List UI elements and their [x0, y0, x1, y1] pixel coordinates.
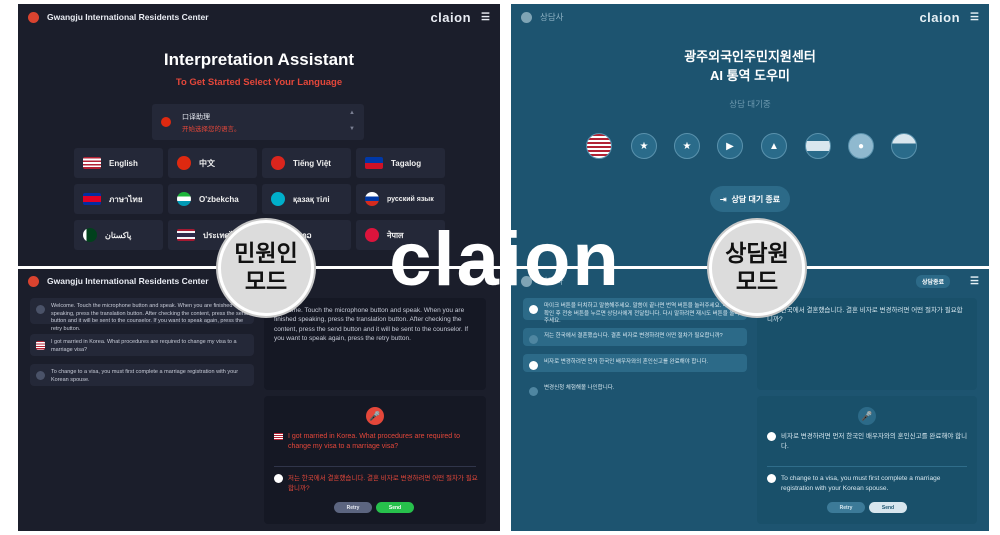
microphone-icon[interactable]: 🎤 — [366, 407, 384, 425]
header-title: 상담사 — [540, 12, 564, 22]
language-button-khmer[interactable]: ภาษาไทย — [74, 184, 163, 214]
waiting-status: 상담 대기중 — [729, 99, 771, 109]
ph-flag-icon — [365, 157, 383, 169]
language-button-english[interactable]: English — [74, 148, 163, 178]
chat-message: 변경신청 체험해볼 나인합니다. — [523, 380, 747, 398]
language-button-tagalog[interactable]: Tagalog — [356, 148, 445, 178]
center-name: 광주외국인주민지원센터 — [684, 49, 816, 64]
vn-flag-icon — [271, 156, 285, 170]
language-button-russian[interactable]: русский язык — [356, 184, 445, 214]
chat-message: 비자로 변경하려면 먼저 한국인 배우자와의 혼인신고를 완료해야 합니다. — [523, 354, 747, 372]
input-box: 🎤 비자로 변경하려면 먼저 한국인 배우자와의 혼인신고를 완료해야 합니다.… — [757, 396, 977, 524]
th-flag-icon — [177, 229, 195, 241]
resident-header: Gwangju International Residents Center c… — [18, 4, 500, 30]
language-button-kazakh[interactable]: қазақ тілі — [262, 184, 351, 214]
us-flag-icon — [274, 433, 283, 440]
kr-flag-icon — [529, 361, 538, 370]
language-button-chinese[interactable]: 中文 — [168, 148, 257, 178]
retry-button[interactable]: Retry — [827, 502, 865, 513]
question-box: 저는 한국에서 결혼했습니다. 결혼 비자로 변경하려면 어떤 절차가 필요합니… — [757, 298, 977, 390]
page-subtitle: To Get Started Select Your Language — [175, 77, 343, 88]
assistant-avatar — [36, 305, 45, 314]
microphone-icon[interactable]: 🎤 — [858, 407, 876, 425]
brand-logo: claion — [919, 9, 961, 25]
flag-icon-5[interactable]: ▲ — [761, 133, 787, 159]
divider — [274, 466, 476, 467]
flag-icon-4[interactable]: ▶ — [717, 133, 743, 159]
counselor-header: 상담사 claion ☰ — [511, 4, 989, 30]
pk-flag-icon — [83, 228, 97, 242]
send-button[interactable]: Send — [869, 502, 907, 513]
chat-message: 저는 한국에서 결혼했습니다. 결혼 비자로 변경하려면 어떤 절차가 필요합니… — [523, 328, 747, 346]
language-selector[interactable]: 口译助理 开始选择您的语言。 ▲ ▼ — [152, 104, 364, 140]
selector-line1: 口译助理 — [182, 114, 210, 121]
flag-icon-3[interactable]: ★ — [674, 133, 700, 159]
input-box: 🎤 I got married in Korea. What procedure… — [264, 396, 486, 524]
flag-icon-6[interactable] — [805, 133, 831, 159]
kh-flag-icon — [83, 193, 101, 205]
welcome-box: Welcome. Touch the microphone button and… — [264, 298, 486, 390]
hamburger-icon[interactable]: ☰ — [481, 12, 490, 23]
hamburger-icon[interactable]: ☰ — [970, 12, 979, 23]
kz-flag-icon — [271, 192, 285, 206]
language-button-urdu[interactable]: پاکستان — [74, 220, 163, 250]
kr-flag-icon — [274, 474, 283, 483]
cn-flag-icon — [161, 117, 171, 127]
end-waiting-button[interactable]: ⇥ 상담 대기 종료 — [710, 186, 790, 212]
hamburger-icon[interactable]: ☰ — [970, 276, 979, 287]
flag-icon-2[interactable]: ★ — [631, 133, 657, 159]
uz-flag-icon — [177, 192, 191, 206]
brand-logo: claion — [430, 9, 472, 25]
assistant-avatar — [529, 387, 538, 396]
page-title: AI 통역 도우미 — [709, 68, 791, 83]
resident-mode-badge: 민원인 모드 — [218, 220, 314, 316]
cn-flag-icon — [177, 156, 191, 170]
composite-screenshot: Gwangju International Residents Center c… — [0, 0, 1000, 535]
kr-flag-icon — [767, 474, 776, 483]
chat-message: Welcome. Touch the microphone button and… — [30, 298, 254, 332]
language-button-vietnamese[interactable]: Tiếng Việt — [262, 148, 351, 178]
counselor-mode-badge: 상담원 모드 — [709, 220, 805, 316]
ru-flag-icon — [365, 192, 379, 206]
chevron-down-icon[interactable]: ▼ — [349, 126, 355, 132]
header-title: Gwangju International Residents Center — [47, 12, 209, 22]
end-session-chip[interactable]: 상담종료 — [915, 274, 951, 288]
us-flag-icon — [83, 157, 101, 169]
chevron-up-icon[interactable]: ▲ — [349, 110, 355, 116]
us-flag-icon — [36, 341, 45, 350]
center-brand-logo: claion — [389, 216, 621, 302]
us-flag-icon[interactable] — [586, 133, 612, 159]
send-button[interactable]: Send — [376, 502, 414, 513]
question-korean: 저는 한국에서 결혼했습니다. 결혼 비자로 변경하려면 어떤 절차가 필요합니… — [274, 474, 478, 494]
language-button-uzbek[interactable]: O'zbekcha — [168, 184, 257, 214]
exit-icon: ⇥ — [719, 194, 727, 204]
assistant-avatar — [529, 335, 538, 344]
page-title: Interpretation Assistant — [163, 50, 355, 69]
question-english: I got married in Korea. What procedures … — [274, 432, 478, 452]
flag-icon-8[interactable] — [891, 133, 917, 159]
chat-message: I got married in Korea. What procedures … — [30, 334, 254, 356]
center-logo-icon — [28, 275, 39, 287]
chat-message: To change to a visa, you must first comp… — [30, 364, 254, 386]
center-logo-icon — [28, 11, 39, 23]
answer-english: To change to a visa, you must first comp… — [767, 474, 969, 494]
header-title: Gwangju International Residents Center — [47, 276, 209, 286]
kr-flag-icon — [529, 305, 538, 314]
kr-flag-icon — [767, 432, 776, 441]
selector-line2: 开始选择您的语言。 — [182, 126, 241, 133]
answer-korean: 비자로 변경하려면 먼저 한국인 배우자와의 혼인신고를 완료해야 합니다. — [767, 432, 969, 452]
flag-icon-7[interactable]: ● — [848, 133, 874, 159]
center-logo-icon — [521, 11, 532, 23]
assistant-avatar — [36, 371, 45, 380]
divider — [767, 466, 967, 467]
retry-button[interactable]: Retry — [334, 502, 372, 513]
